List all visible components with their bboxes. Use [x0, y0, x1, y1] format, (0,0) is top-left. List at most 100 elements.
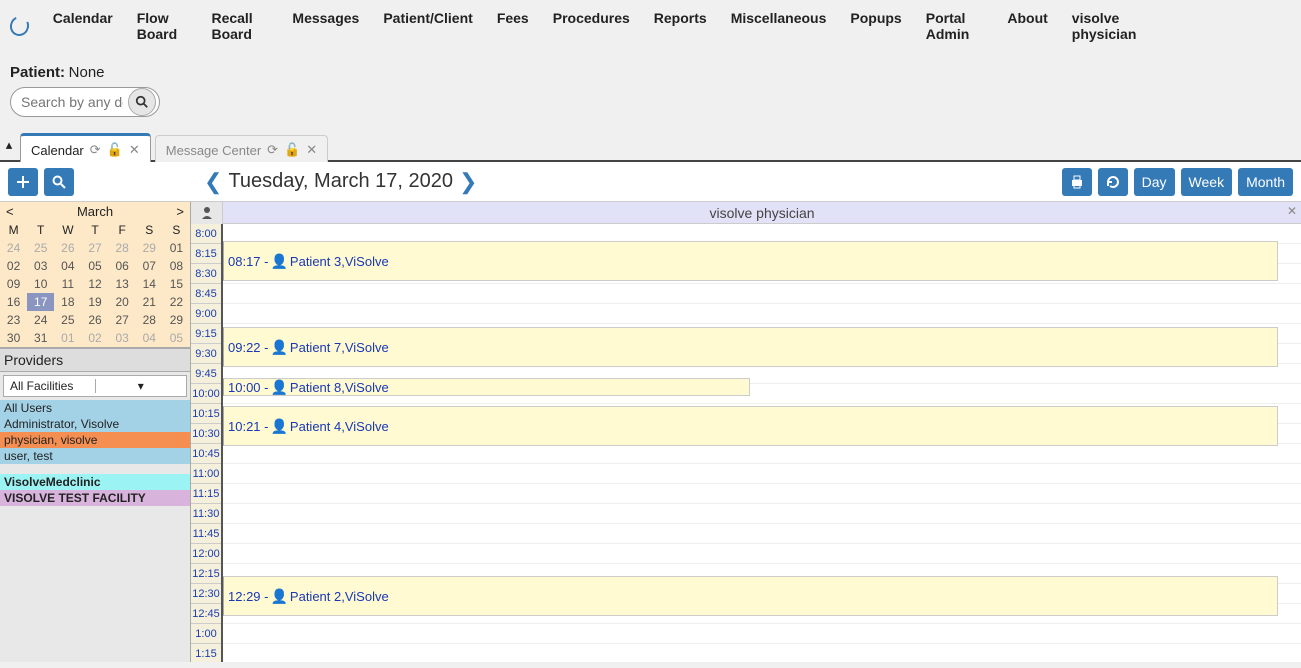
current-user-name[interactable]: visolve physician: [1060, 4, 1191, 48]
minical-day[interactable]: 09: [0, 275, 27, 293]
prev-day-button[interactable]: ❮: [204, 169, 222, 195]
minical-day[interactable]: 20: [109, 293, 136, 311]
minical-day[interactable]: 21: [136, 293, 163, 311]
appointment[interactable]: 10:21 -👤Patient 4,ViSolve: [223, 406, 1278, 446]
search-button[interactable]: [128, 88, 156, 116]
minical-day[interactable]: 31: [27, 329, 54, 347]
lock-icon[interactable]: 🔓: [107, 142, 123, 158]
next-month-button[interactable]: >: [176, 204, 184, 219]
minical-day[interactable]: 08: [163, 257, 190, 275]
user-list-item[interactable]: Administrator, Visolve: [0, 416, 190, 432]
minical-day[interactable]: 03: [27, 257, 54, 275]
minical-day[interactable]: 24: [27, 311, 54, 329]
minical-day[interactable]: 29: [136, 239, 163, 257]
minical-day[interactable]: 19: [81, 293, 108, 311]
menu-messages[interactable]: Messages: [280, 4, 371, 48]
user-list-item[interactable]: physician, visolve: [0, 432, 190, 448]
menu-about[interactable]: About: [995, 4, 1059, 48]
menu-popups[interactable]: Popups: [838, 4, 913, 48]
facility-list-item[interactable]: VISOLVE TEST FACILITY: [0, 490, 190, 506]
close-icon[interactable]: ✕: [129, 142, 140, 158]
chevron-down-icon[interactable]: ▾: [95, 379, 187, 393]
lock-icon[interactable]: 🔓: [284, 142, 300, 158]
minical-day[interactable]: 14: [136, 275, 163, 293]
time-slot[interactable]: [223, 484, 1301, 504]
minical-day[interactable]: 11: [54, 275, 81, 293]
minical-day[interactable]: 02: [0, 257, 27, 275]
minical-day[interactable]: 05: [81, 257, 108, 275]
time-slot[interactable]: [223, 624, 1301, 644]
view-month-button[interactable]: Month: [1238, 168, 1293, 196]
minical-day[interactable]: 22: [163, 293, 190, 311]
search-button[interactable]: [44, 168, 74, 196]
print-button[interactable]: [1062, 168, 1092, 196]
minical-day[interactable]: 27: [81, 239, 108, 257]
minical-day[interactable]: 23: [0, 311, 27, 329]
minical-day[interactable]: 30: [0, 329, 27, 347]
facility-select[interactable]: All Facilities ▾: [3, 375, 187, 397]
add-button[interactable]: [8, 168, 38, 196]
tab-message-center[interactable]: Message Center ⟳ 🔓 ✕: [155, 135, 328, 162]
refresh-icon[interactable]: ⟳: [90, 142, 101, 158]
minical-day[interactable]: 29: [163, 311, 190, 329]
provider-icon[interactable]: [191, 202, 223, 224]
appointment[interactable]: 12:29 -👤Patient 2,ViSolve: [223, 576, 1278, 616]
menu-recall-board[interactable]: Recall Board: [199, 4, 280, 48]
time-slot[interactable]: [223, 444, 1301, 464]
close-icon[interactable]: ✕: [306, 142, 317, 158]
time-slot[interactable]: [223, 504, 1301, 524]
minical-day[interactable]: 26: [54, 239, 81, 257]
menu-flow-board[interactable]: Flow Board: [125, 4, 200, 48]
menu-portal-admin[interactable]: Portal Admin: [914, 4, 996, 48]
appointment[interactable]: 09:22 -👤Patient 7,ViSolve: [223, 327, 1278, 367]
minical-day[interactable]: 04: [136, 329, 163, 347]
minical-day[interactable]: 01: [54, 329, 81, 347]
next-day-button[interactable]: ❯: [459, 169, 477, 195]
menu-reports[interactable]: Reports: [642, 4, 719, 48]
minical-day[interactable]: 01: [163, 239, 190, 257]
facility-list-item[interactable]: VisolveMedclinic: [0, 474, 190, 490]
user-list-item[interactable]: user, test: [0, 448, 190, 464]
minical-day[interactable]: 10: [27, 275, 54, 293]
minical-day[interactable]: 03: [109, 329, 136, 347]
collapse-tabs-button[interactable]: ▴: [0, 136, 18, 154]
time-slot[interactable]: [223, 544, 1301, 564]
view-day-button[interactable]: Day: [1134, 168, 1175, 196]
minical-day[interactable]: 12: [81, 275, 108, 293]
minical-day[interactable]: 25: [27, 239, 54, 257]
minical-day[interactable]: 06: [109, 257, 136, 275]
view-week-button[interactable]: Week: [1181, 168, 1233, 196]
menu-procedures[interactable]: Procedures: [541, 4, 642, 48]
minical-day[interactable]: 17: [27, 293, 54, 311]
menu-miscellaneous[interactable]: Miscellaneous: [719, 4, 839, 48]
time-slot[interactable]: [223, 524, 1301, 544]
menu-fees[interactable]: Fees: [485, 4, 541, 48]
menu-patient-client[interactable]: Patient/Client: [371, 4, 484, 48]
day-column[interactable]: 08:17 -👤Patient 3,ViSolve 09:22 -👤Patient…: [223, 224, 1301, 662]
tab-calendar[interactable]: Calendar ⟳ 🔓 ✕: [20, 133, 151, 162]
time-slot[interactable]: [223, 464, 1301, 484]
appointment[interactable]: 08:17 -👤Patient 3,ViSolve: [223, 241, 1278, 281]
user-list-item[interactable]: All Users: [0, 400, 190, 416]
minical-day[interactable]: 28: [109, 239, 136, 257]
minical-day[interactable]: 28: [136, 311, 163, 329]
minical-day[interactable]: 13: [109, 275, 136, 293]
menu-calendar[interactable]: Calendar: [41, 4, 125, 48]
minical-day[interactable]: 02: [81, 329, 108, 347]
appointment[interactable]: 10:00 -👤Patient 8,ViSolve: [223, 378, 750, 396]
minical-day[interactable]: 27: [109, 311, 136, 329]
prev-month-button[interactable]: <: [6, 204, 14, 219]
refresh-button[interactable]: [1098, 168, 1128, 196]
close-column-button[interactable]: ✕: [1287, 204, 1297, 218]
time-slot[interactable]: [223, 644, 1301, 662]
minical-day[interactable]: 16: [0, 293, 27, 311]
time-slot[interactable]: [223, 304, 1301, 324]
minical-day[interactable]: 24: [0, 239, 27, 257]
minical-day[interactable]: 25: [54, 311, 81, 329]
minical-day[interactable]: 04: [54, 257, 81, 275]
minical-day[interactable]: 26: [81, 311, 108, 329]
time-slot[interactable]: [223, 284, 1301, 304]
refresh-icon[interactable]: ⟳: [267, 142, 278, 158]
minical-day[interactable]: 18: [54, 293, 81, 311]
minical-day[interactable]: 05: [163, 329, 190, 347]
